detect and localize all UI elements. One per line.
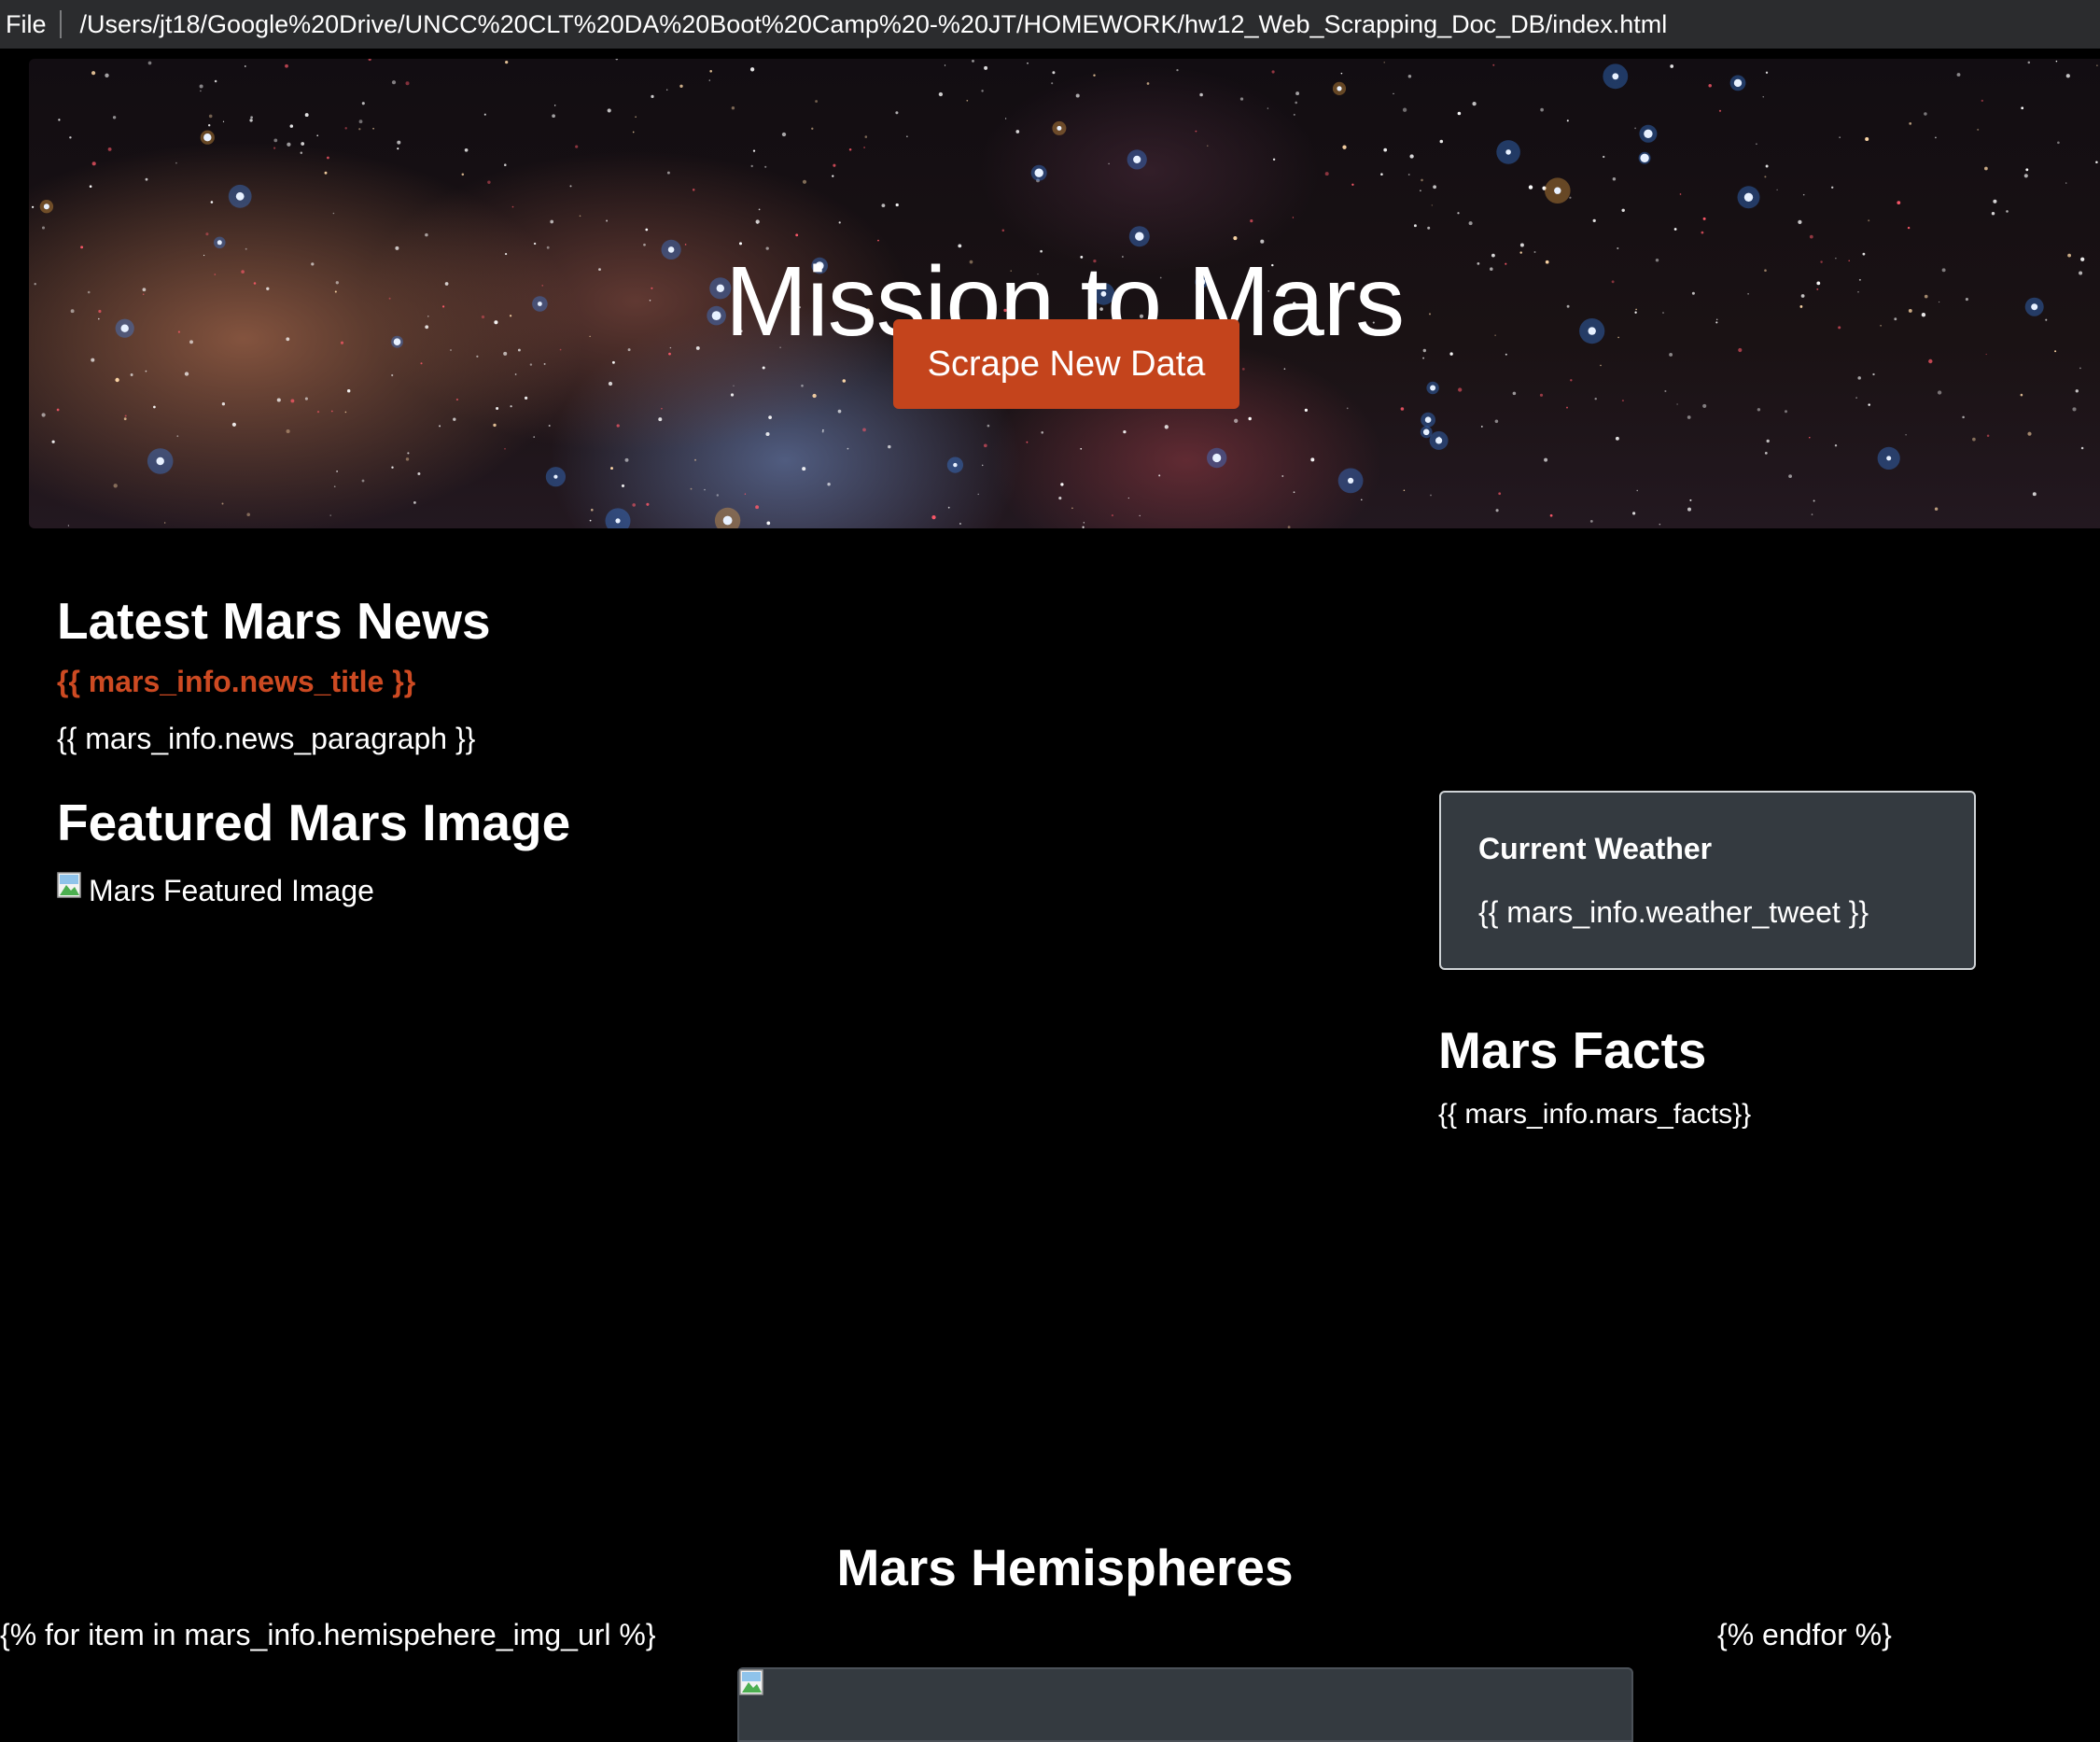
weather-card: Current Weather {{ mars_info.weather_twe… (1439, 791, 1976, 970)
weather-title: Current Weather (1478, 832, 1713, 865)
hemisphere-card (737, 1667, 1633, 1742)
mars-facts-heading: Mars Facts (1438, 1021, 1707, 1079)
hemispheres-heading: Mars Hemispheres (836, 1538, 1294, 1596)
featured-image-heading: Featured Mars Image (57, 794, 571, 851)
weather-text: {{ mars_info.weather_tweet }} (1478, 895, 1869, 929)
url-field[interactable]: /Users/jt18/Google%20Drive/UNCC%20CLT%20… (80, 10, 1668, 39)
browser-address-bar: File /Users/jt18/Google%20Drive/UNCC%20C… (0, 0, 2100, 49)
file-label: File (6, 9, 47, 38)
template-endfor-text: {% endfor %} (1717, 1618, 1892, 1651)
broken-image-icon (739, 1669, 763, 1695)
broken-image-icon (57, 872, 81, 898)
scrape-new-data-button[interactable]: Scrape New Data (893, 319, 1239, 409)
mars-facts-text: {{ mars_info.mars_facts}} (1438, 1099, 1752, 1130)
featured-image-alt-text: Mars Featured Image (89, 874, 374, 907)
hero-jumbotron: Mission to Mars Scrape New Data (29, 59, 2100, 528)
news-title: {{ mars_info.news_title }} (57, 665, 416, 698)
latest-news-heading: Latest Mars News (57, 592, 491, 650)
featured-image: Mars Featured Image (57, 872, 374, 909)
address-separator (59, 10, 62, 38)
news-paragraph: {{ mars_info.news_paragraph }} (57, 722, 476, 755)
template-for-text: {% for item in mars_info.hemispehere_img… (0, 1618, 656, 1651)
